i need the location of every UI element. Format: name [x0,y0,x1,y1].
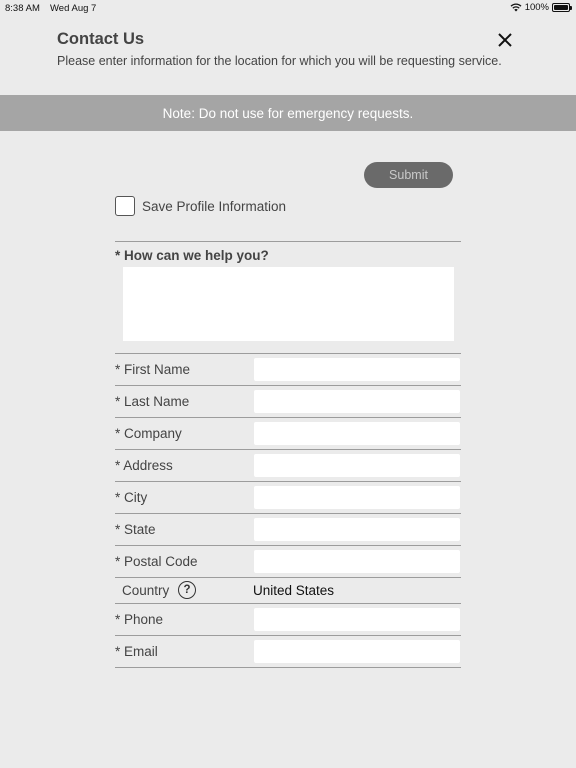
note-text: Note: Do not use for emergency requests. [162,105,414,121]
note-banner: Note: Do not use for emergency requests. [0,95,576,131]
email-label: * Email [115,644,158,659]
battery-icon [552,3,572,12]
state-input[interactable] [254,518,460,541]
country-value[interactable]: United States [253,583,334,598]
save-profile-option[interactable]: Save Profile Information [115,196,286,216]
page-subtitle: Please enter information for the locatio… [57,54,502,68]
company-row: * Company [115,418,461,449]
first-name-row: * First Name [115,354,461,385]
close-icon [498,33,512,47]
submit-button[interactable]: Submit [364,162,453,188]
postal-code-input[interactable] [254,550,460,573]
first-name-input[interactable] [254,358,460,381]
page-title: Contact Us [57,30,145,48]
email-row: * Email [115,636,461,667]
close-button[interactable] [494,29,516,51]
phone-input[interactable] [254,608,460,631]
state-label: * State [115,522,156,537]
phone-label: * Phone [115,612,164,627]
status-date: Wed Aug 7 [50,3,97,14]
save-profile-checkbox[interactable] [115,196,135,216]
help-icon[interactable]: ? [178,581,196,599]
help-textarea[interactable] [123,267,454,341]
last-name-label: * Last Name [115,394,190,409]
country-label: Country [122,583,170,598]
address-row: * Address [115,450,461,481]
email-input[interactable] [254,640,460,663]
last-name-row: * Last Name [115,386,461,417]
city-label: * City [115,490,148,505]
company-label: * Company [115,426,182,441]
first-name-label: * First Name [115,362,191,377]
last-name-input[interactable] [254,390,460,413]
city-input[interactable] [254,486,460,509]
city-row: * City [115,482,461,513]
country-row: Country ? United States [115,578,461,603]
address-label: * Address [115,458,173,473]
help-label: * How can we help you? [115,248,269,263]
wifi-icon [510,3,522,12]
postal-code-row: * Postal Code [115,546,461,577]
state-row: * State [115,514,461,545]
status-bar: 8:38 AM Wed Aug 7 100% [0,0,576,16]
divider [115,667,461,668]
phone-row: * Phone [115,604,461,635]
help-section: * How can we help you? [115,242,461,353]
battery-percent: 100% [524,2,549,13]
status-time: 8:38 AM [5,3,40,14]
status-right: 100% [510,2,572,13]
contact-form: * How can we help you? * First Name * La… [115,241,461,668]
save-profile-label: Save Profile Information [142,198,287,214]
address-input[interactable] [254,454,460,477]
postal-code-label: * Postal Code [115,554,198,569]
company-input[interactable] [254,422,460,445]
